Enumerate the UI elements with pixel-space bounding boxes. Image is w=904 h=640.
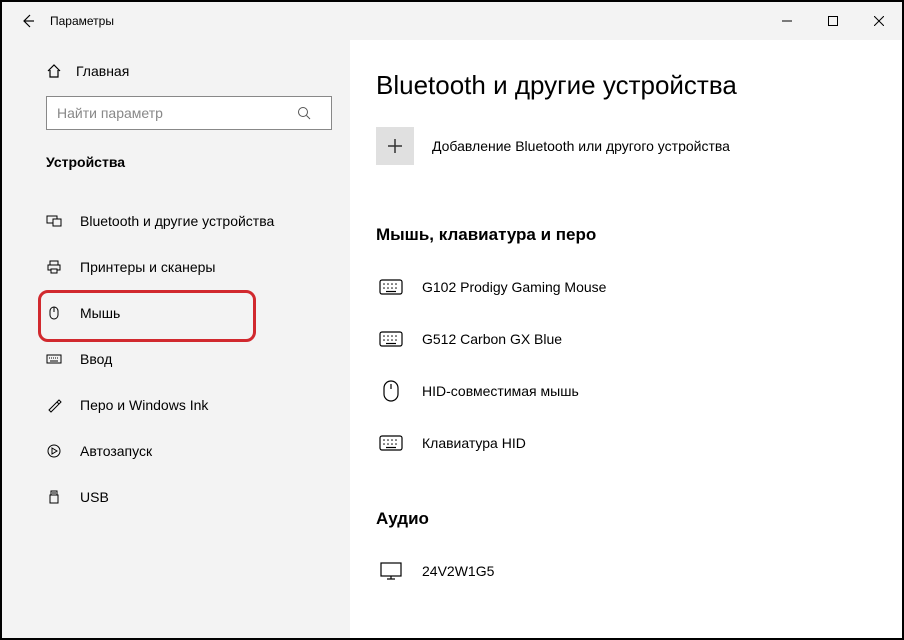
- keyboard-icon: [376, 279, 406, 295]
- device-row[interactable]: Клавиатура HID: [376, 417, 876, 469]
- usb-icon: [46, 489, 70, 505]
- sidebar-item-autoplay[interactable]: Автозапуск: [46, 428, 332, 474]
- window-controls: [764, 2, 902, 40]
- page-title: Bluetooth и другие устройства: [376, 70, 876, 101]
- home-label: Главная: [76, 63, 129, 79]
- device-row[interactable]: G102 Prodigy Gaming Mouse: [376, 261, 876, 313]
- close-button[interactable]: [856, 2, 902, 40]
- keyboard-icon: [46, 351, 70, 367]
- sidebar-item-usb[interactable]: USB: [46, 474, 332, 520]
- maximize-icon: [828, 16, 838, 26]
- device-label: HID-совместимая мышь: [422, 383, 579, 399]
- search-input[interactable]: [47, 105, 297, 121]
- device-label: Клавиатура HID: [422, 435, 526, 451]
- device-row[interactable]: 24V2W1G5: [376, 545, 876, 597]
- minimize-icon: [782, 16, 792, 26]
- sidebar-item-typing[interactable]: Ввод: [46, 336, 332, 382]
- group-heading-audio: Аудио: [376, 509, 876, 529]
- sidebar-item-mouse[interactable]: Мышь: [46, 290, 332, 336]
- arrow-left-icon: [20, 13, 36, 29]
- sidebar-item-label: Автозапуск: [80, 443, 152, 459]
- plus-icon: [376, 127, 414, 165]
- maximize-button[interactable]: [810, 2, 856, 40]
- add-device-button[interactable]: Добавление Bluetooth или другого устройс…: [376, 127, 876, 165]
- autoplay-icon: [46, 443, 70, 459]
- device-row[interactable]: HID-совместимая мышь: [376, 365, 876, 417]
- sidebar: Главная Устройства Bluetooth и другие ус…: [2, 40, 350, 638]
- device-label: G102 Prodigy Gaming Mouse: [422, 279, 606, 295]
- printer-icon: [46, 259, 70, 275]
- section-label: Устройства: [46, 154, 332, 170]
- sidebar-item-label: Принтеры и сканеры: [80, 259, 215, 275]
- minimize-button[interactable]: [764, 2, 810, 40]
- sidebar-item-printers[interactable]: Принтеры и сканеры: [46, 244, 332, 290]
- home-nav[interactable]: Главная: [46, 46, 332, 96]
- back-button[interactable]: [12, 2, 44, 40]
- home-icon: [46, 63, 70, 79]
- keyboard-icon: [376, 331, 406, 347]
- app-title: Параметры: [50, 14, 114, 28]
- mouse-icon: [46, 305, 70, 321]
- device-row[interactable]: G512 Carbon GX Blue: [376, 313, 876, 365]
- mouse-icon: [376, 379, 406, 403]
- sidebar-item-label: Ввод: [80, 351, 112, 367]
- keyboard-icon: [376, 435, 406, 451]
- search-icon: [297, 106, 331, 120]
- sidebar-item-pen[interactable]: Перо и Windows Ink: [46, 382, 332, 428]
- pen-icon: [46, 397, 70, 413]
- window-titlebar: Параметры: [2, 2, 902, 40]
- sidebar-item-label: Перо и Windows Ink: [80, 397, 208, 413]
- main-content: Bluetooth и другие устройства Добавление…: [350, 40, 902, 638]
- monitor-icon: [376, 561, 406, 581]
- search-box[interactable]: [46, 96, 332, 130]
- sidebar-item-bluetooth[interactable]: Bluetooth и другие устройства: [46, 198, 332, 244]
- bluetooth-device-icon: [46, 213, 70, 229]
- sidebar-item-label: Bluetooth и другие устройства: [80, 213, 274, 229]
- device-label: 24V2W1G5: [422, 563, 494, 579]
- sidebar-item-label: USB: [80, 489, 109, 505]
- sidebar-item-label: Мышь: [80, 305, 120, 321]
- close-icon: [874, 16, 884, 26]
- group-heading-input: Мышь, клавиатура и перо: [376, 225, 876, 245]
- add-device-label: Добавление Bluetooth или другого устройс…: [432, 138, 730, 154]
- device-label: G512 Carbon GX Blue: [422, 331, 562, 347]
